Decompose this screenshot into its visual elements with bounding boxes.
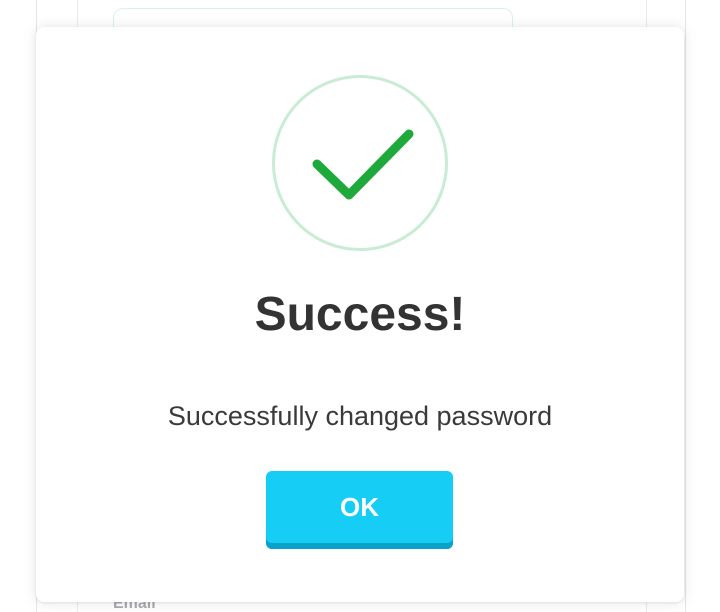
dialog-title: Success!: [254, 288, 466, 341]
ok-button[interactable]: OK: [266, 471, 453, 549]
success-check-ring: [272, 75, 448, 251]
screen: Email Success! Successfully changed pass…: [0, 0, 720, 612]
dialog-message: Successfully changed password: [167, 401, 553, 431]
check-icon: [312, 129, 414, 200]
success-dialog: Success! Successfully changed password O…: [36, 27, 684, 602]
